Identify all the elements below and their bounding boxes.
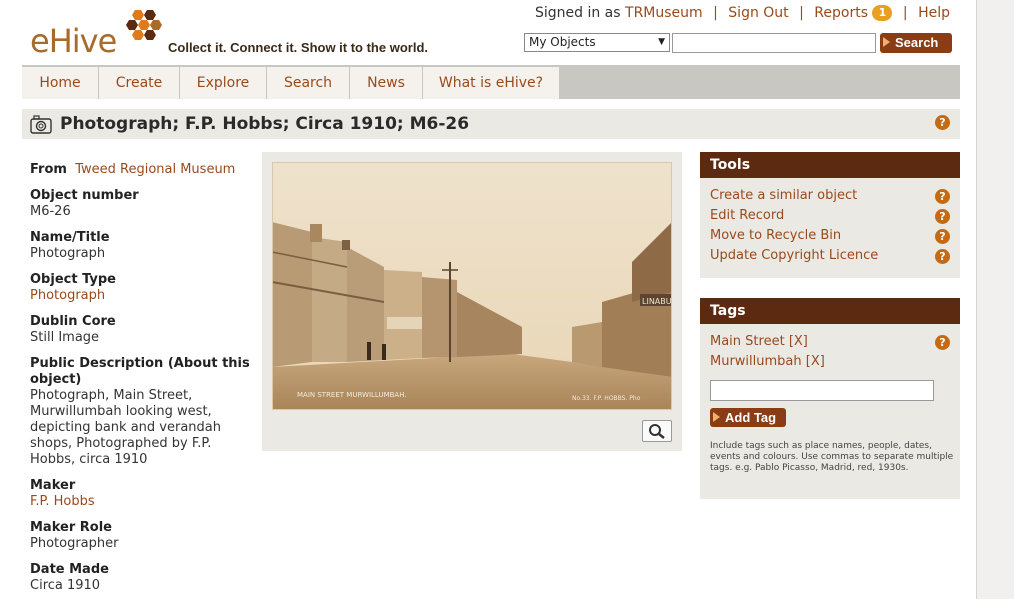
field-label: Object Type xyxy=(30,272,116,287)
object-type-link[interactable]: Photograph xyxy=(30,288,105,303)
zoom-button[interactable] xyxy=(642,420,672,442)
field-value: Photographer xyxy=(30,536,119,551)
from-label: From xyxy=(30,162,67,177)
object-title-bar: Photograph; F.P. Hobbs; Circa 1910; M6-2… xyxy=(22,109,960,139)
maker-link[interactable]: F.P. Hobbs xyxy=(30,494,95,509)
tool-create-similar[interactable]: Create a similar object ? xyxy=(700,186,960,206)
menu-item-create[interactable]: Create xyxy=(99,67,180,99)
add-tag-label: Add Tag xyxy=(725,410,777,425)
sign-out-link[interactable]: Sign Out xyxy=(728,5,788,21)
tags-panel: Tags Main Street [X] ? Murwillumbah [X] … xyxy=(700,298,960,499)
help-icon[interactable]: ? xyxy=(935,335,950,350)
svg-text:LINABU: LINABU xyxy=(642,297,672,306)
help-icon[interactable]: ? xyxy=(935,209,950,224)
image-panel: LINABU MAIN STREET MURWILLUMBAH. No.33. … xyxy=(262,152,682,451)
search-scope-value: My Objects xyxy=(529,35,596,49)
field-value: Photograph, Main Street, Murwillumbah lo… xyxy=(30,388,222,467)
search-button-label: Search xyxy=(895,35,939,50)
detail-field: Dublin Core Still Image xyxy=(30,314,252,346)
ehive-logo[interactable]: eHive xyxy=(30,10,170,60)
search-scope-select[interactable]: My Objects ▼ xyxy=(524,33,670,52)
detail-field: Object number M6-26 xyxy=(30,188,252,220)
menu-item-search[interactable]: Search xyxy=(267,67,350,99)
add-tag-button[interactable]: Add Tag xyxy=(710,408,786,427)
play-arrow-icon xyxy=(713,412,720,422)
reports-link[interactable]: Reports xyxy=(814,5,868,21)
field-label: Name/Title xyxy=(30,230,110,245)
field-value: Photograph xyxy=(30,246,106,261)
help-icon[interactable]: ? xyxy=(935,115,950,130)
tool-label: Update Copyright Licence xyxy=(710,248,879,263)
detail-field: Date Made Circa 1910 xyxy=(30,562,252,594)
logo-wordmark: eHive xyxy=(30,22,117,60)
photo-number: No.33. F.P. HOBBS. Pho xyxy=(572,395,641,402)
menu-item-what-is-ehive[interactable]: What is eHive? xyxy=(423,67,560,99)
tag-item: Murwillumbah [X] xyxy=(700,352,960,372)
tools-heading: Tools xyxy=(700,152,960,178)
nav-separator: | xyxy=(902,5,908,21)
detail-field: Maker F.P. Hobbs xyxy=(30,478,252,510)
tag-item: Main Street [X] ? xyxy=(700,332,960,352)
page-wrapper: eHive Collect it. Connect it. Show it to… xyxy=(22,0,960,599)
tool-label: Create a similar object xyxy=(710,188,858,203)
nav-separator: | xyxy=(799,5,804,21)
magnifier-icon xyxy=(649,424,665,439)
tagline: Collect it. Connect it. Show it to the w… xyxy=(168,40,428,55)
hexagon-cluster-icon xyxy=(126,10,162,40)
tool-edit-record[interactable]: Edit Record ? xyxy=(700,206,960,226)
detail-field: Maker Role Photographer xyxy=(30,520,252,552)
tags-heading: Tags xyxy=(700,298,960,324)
account-nav: Signed in as TRMuseum | Sign Out | Repor… xyxy=(535,5,950,21)
help-link[interactable]: Help xyxy=(918,5,950,21)
page-side-margin xyxy=(976,0,1014,599)
field-label: Object number xyxy=(30,188,139,203)
object-details: From Tweed Regional Museum Object number… xyxy=(30,162,252,604)
nav-separator: | xyxy=(713,5,718,21)
menu-item-news[interactable]: News xyxy=(350,67,423,99)
field-value: Still Image xyxy=(30,330,100,345)
signed-in-label: Signed in as xyxy=(534,5,621,21)
field-label: Dublin Core xyxy=(30,314,116,329)
tools-panel: Tools Create a similar object ? Edit Rec… xyxy=(700,152,960,278)
tool-label: Edit Record xyxy=(710,208,785,223)
tag-link[interactable]: Murwillumbah xyxy=(710,354,802,369)
page-title: Photograph; F.P. Hobbs; Circa 1910; M6-2… xyxy=(60,114,470,134)
menu-item-home[interactable]: Home xyxy=(22,67,99,99)
username-link[interactable]: TRMuseum xyxy=(625,5,703,21)
photo-caption: MAIN STREET MURWILLUMBAH. xyxy=(297,391,407,399)
field-label: Maker xyxy=(30,478,76,493)
field-label: Public Description (About this object) xyxy=(30,356,250,387)
help-icon[interactable]: ? xyxy=(935,189,950,204)
detail-field: Object Type Photograph xyxy=(30,272,252,304)
play-arrow-icon xyxy=(883,37,890,47)
museum-link[interactable]: Tweed Regional Museum xyxy=(75,162,235,177)
help-icon[interactable]: ? xyxy=(935,229,950,244)
field-value: Circa 1910 xyxy=(30,578,101,593)
main-menu: Home Create Explore Search News What is … xyxy=(22,65,960,99)
detail-field: Name/Title Photograph xyxy=(30,230,252,262)
field-value: M6-26 xyxy=(30,204,71,219)
dropdown-arrow-icon: ▼ xyxy=(658,37,665,47)
search-button[interactable]: Search xyxy=(880,33,952,53)
tag-link[interactable]: Main Street xyxy=(710,334,785,349)
tool-label: Move to Recycle Bin xyxy=(710,228,842,243)
detail-field: Public Description (About this object) P… xyxy=(30,356,252,468)
tag-remove-button[interactable]: [X] xyxy=(806,354,825,369)
from-field: From Tweed Regional Museum xyxy=(30,162,252,178)
field-label: Date Made xyxy=(30,562,109,577)
camera-icon xyxy=(30,115,52,134)
reports-count-badge[interactable]: 1 xyxy=(872,5,893,21)
tag-hint: Include tags such as place names, people… xyxy=(710,441,954,473)
tool-update-copyright[interactable]: Update Copyright Licence ? xyxy=(700,246,960,266)
tag-remove-button[interactable]: [X] xyxy=(789,334,808,349)
search-input[interactable] xyxy=(672,33,876,53)
help-icon[interactable]: ? xyxy=(935,249,950,264)
tag-input[interactable] xyxy=(710,380,934,401)
object-photo[interactable]: LINABU MAIN STREET MURWILLUMBAH. No.33. … xyxy=(272,162,672,410)
field-label: Maker Role xyxy=(30,520,112,535)
tool-move-to-recycle-bin[interactable]: Move to Recycle Bin ? xyxy=(700,226,960,246)
menu-item-explore[interactable]: Explore xyxy=(180,67,267,99)
